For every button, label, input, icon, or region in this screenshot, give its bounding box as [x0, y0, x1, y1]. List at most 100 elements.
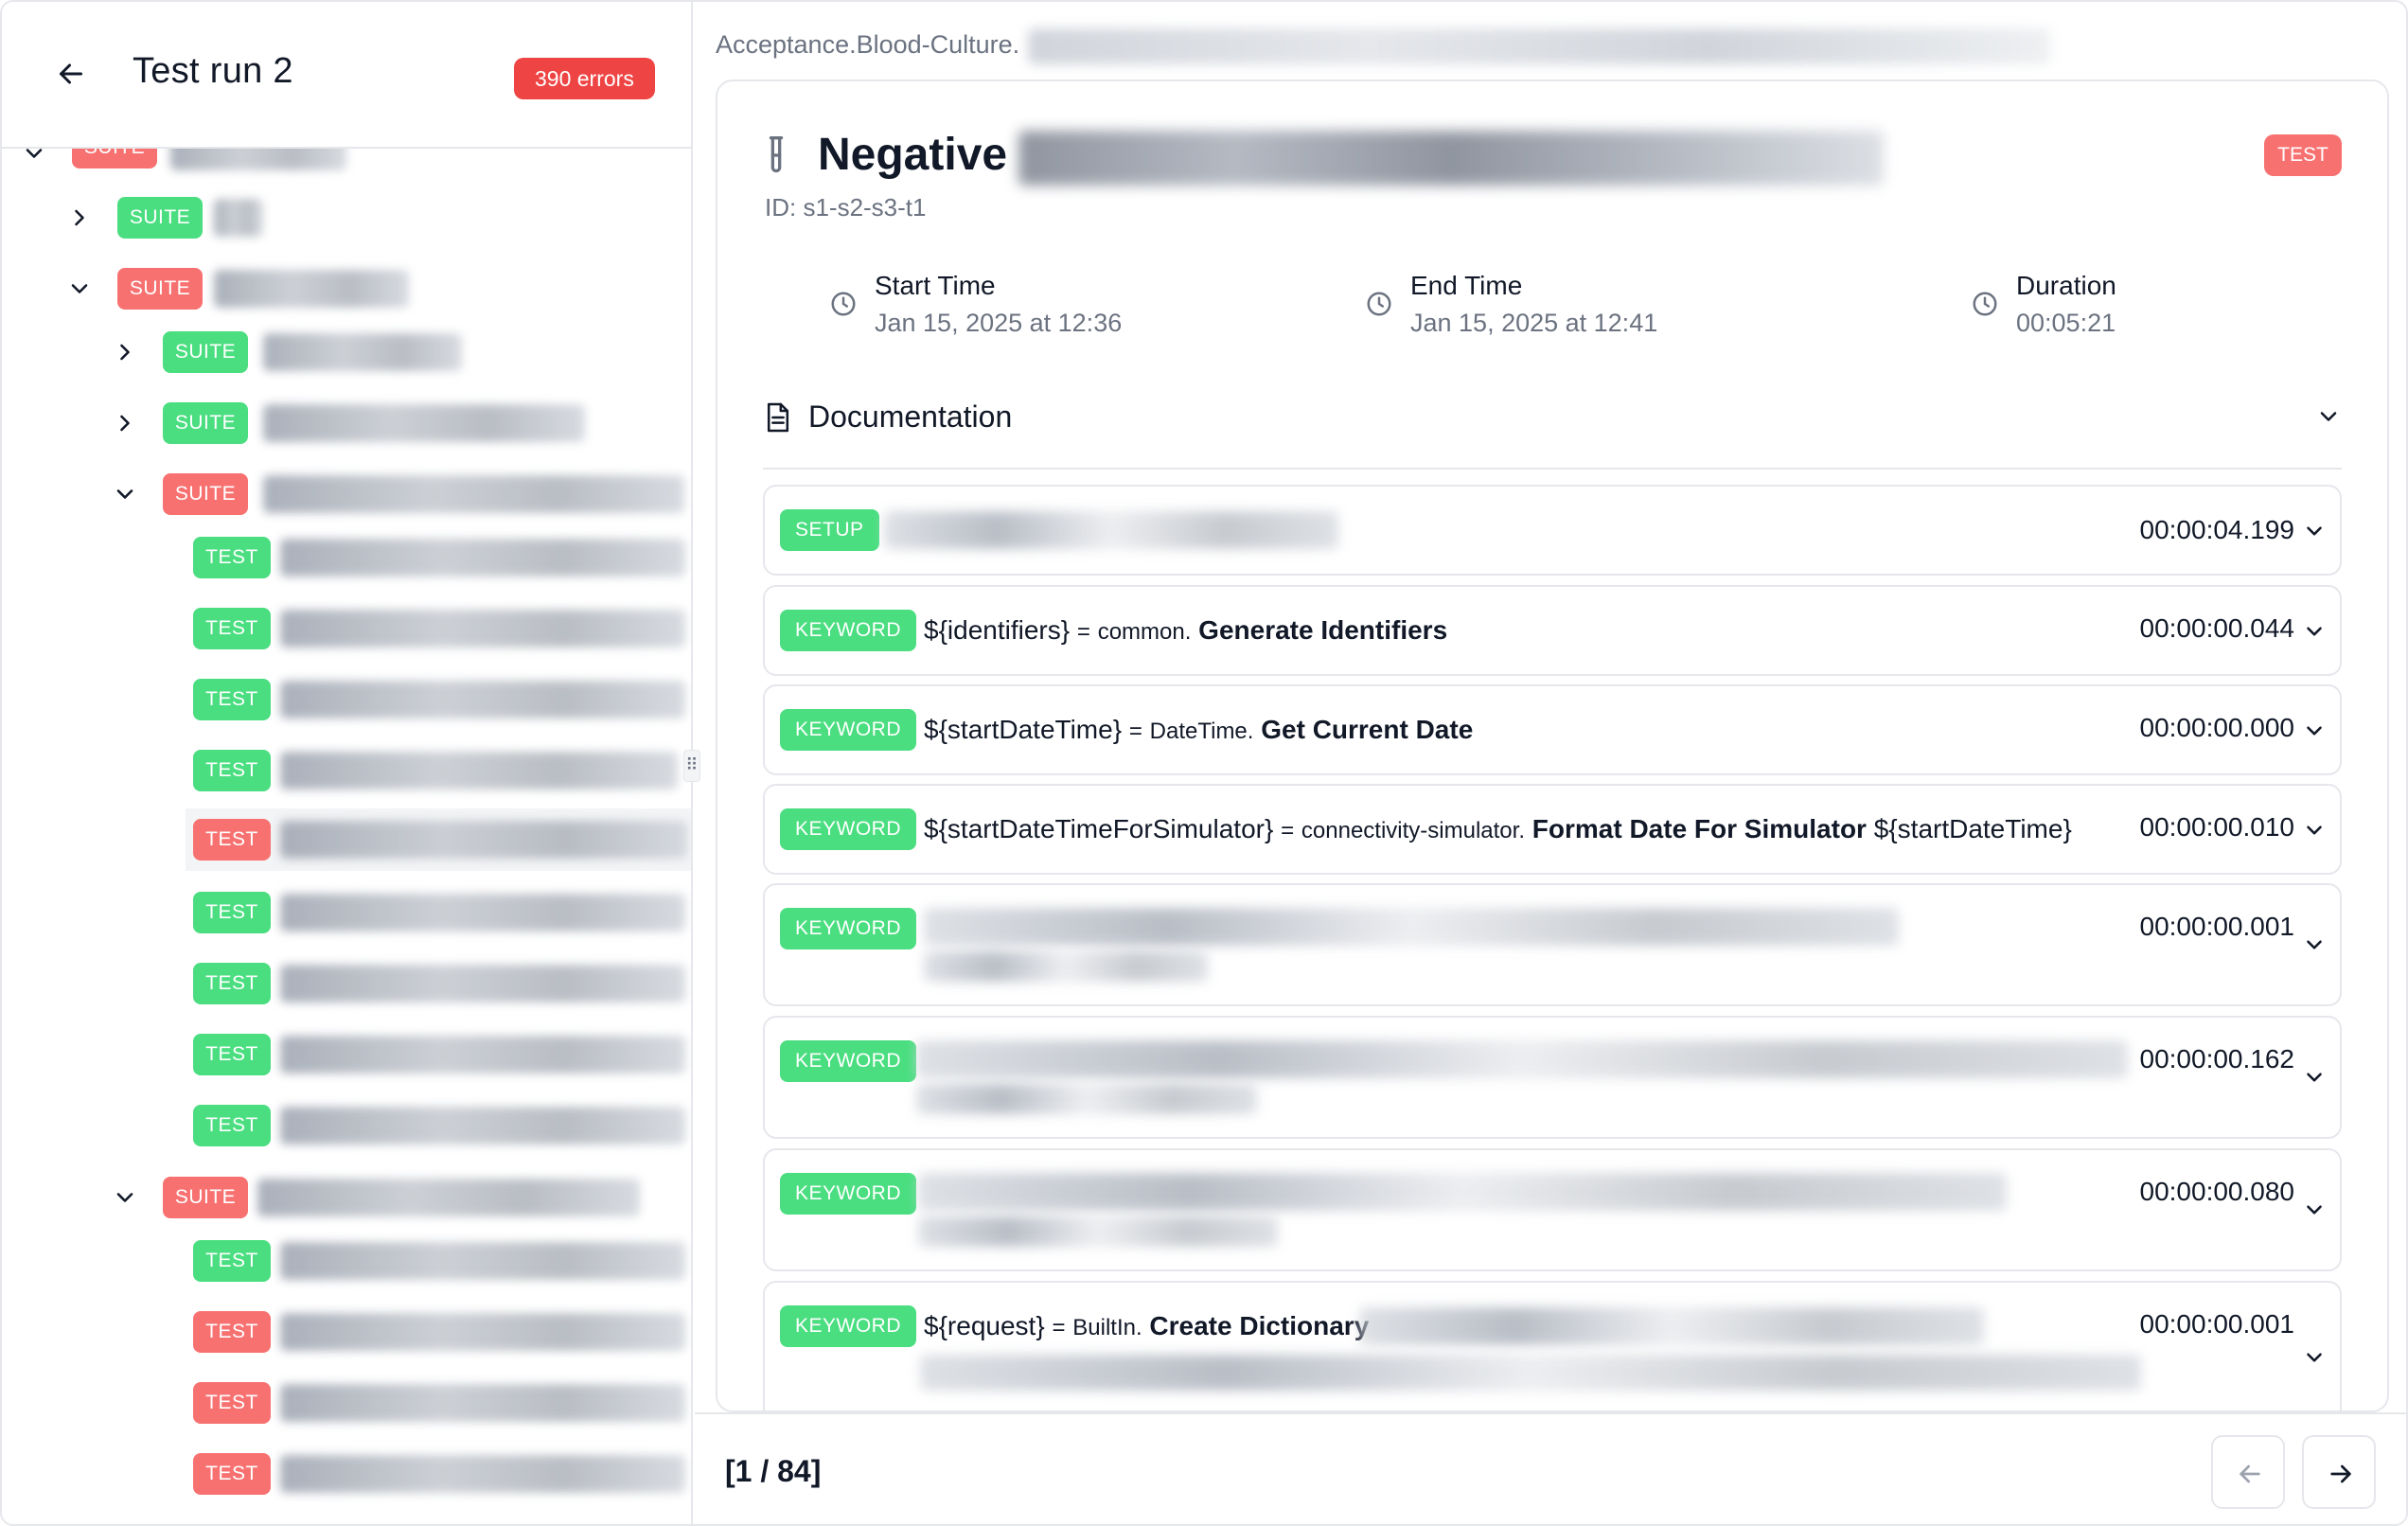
step-keyword[interactable]: KEYWORD 00:00:00.162 [763, 1016, 2342, 1139]
chevron-down-icon[interactable] [2315, 403, 2342, 430]
errors-badge: 390 errors [514, 58, 655, 99]
tree-row-test[interactable]: TEST [2, 1233, 691, 1289]
step-lib: BuiltIn. [1072, 1315, 1142, 1340]
suite-name-redacted [214, 199, 263, 237]
step-duration: 00:00:00.080 [2139, 1177, 2295, 1206]
clock-icon [1367, 292, 1391, 316]
step-duration: 00:00:00.001 [2139, 1309, 2295, 1339]
chevron-down-icon[interactable] [66, 275, 93, 302]
clock-icon [831, 292, 856, 316]
tree-row-test[interactable]: TEST [2, 955, 691, 1012]
test-badge: TEST [193, 750, 271, 791]
step-badge: SETUP [780, 509, 879, 551]
test-name-redacted [280, 965, 685, 1003]
chevron-down-icon[interactable] [2302, 719, 2327, 743]
tree-row-test[interactable]: TEST [2, 600, 691, 657]
end-time-value: Jan 15, 2025 at 12:41 [1410, 309, 1658, 337]
tree-row-suite[interactable]: SUITE [2, 260, 691, 317]
flask-icon [769, 136, 784, 173]
next-button[interactable] [2302, 1435, 2376, 1509]
chevron-down-icon[interactable] [2302, 1345, 2327, 1370]
chevron-down-icon[interactable] [2302, 818, 2327, 843]
step-lib: DateTime. [1149, 719, 1254, 744]
chevron-down-icon[interactable] [2302, 1065, 2327, 1090]
suite-name-redacted [214, 270, 409, 308]
previous-button[interactable] [2211, 1435, 2285, 1509]
tree-row-test[interactable]: TEST [2, 1517, 691, 1524]
step-badge: KEYWORD [780, 908, 917, 949]
step-keyword-name: Get Current Date [1261, 715, 1474, 744]
suite-badge: SUITE [163, 331, 248, 373]
breadcrumb: Acceptance.Blood-Culture. [716, 30, 1020, 59]
start-time-value: Jan 15, 2025 at 12:36 [875, 309, 1123, 337]
tree-row-suite[interactable]: SUITE [2, 189, 691, 246]
chevron-down-icon[interactable] [112, 1184, 138, 1211]
tree-row-test[interactable]: TEST [2, 529, 691, 586]
step-keyword[interactable]: KEYWORD 00:00:00.001 [763, 883, 2342, 1006]
tree-row-suite[interactable]: SUITE [2, 395, 691, 452]
chevron-right-icon[interactable] [112, 410, 138, 436]
suite-name-redacted [263, 333, 462, 371]
tree-row-suite[interactable]: SUITE [2, 1169, 691, 1226]
step-text-redacted [918, 1216, 1278, 1247]
test-name-redacted [280, 610, 685, 648]
step-duration: 00:00:00.001 [2139, 912, 2295, 941]
back-arrow-icon[interactable] [54, 57, 88, 91]
tree-row-test[interactable]: TEST [2, 884, 691, 941]
test-badge: TEST [193, 1311, 271, 1353]
tree-row-test[interactable]: TEST [2, 1304, 691, 1360]
step-var: ${startDateTime} [924, 715, 1123, 744]
test-badge: TEST [193, 1105, 271, 1146]
step-setup[interactable]: SETUP 00:00:04.199 [763, 485, 2342, 576]
tree-row-test[interactable]: TEST [2, 1375, 691, 1431]
step-text: ${request} = BuiltIn. Create Dictionary [924, 1311, 1369, 1341]
step-text-redacted [916, 1084, 1257, 1114]
tree-row-suite[interactable]: SUITE [2, 324, 691, 381]
step-keyword[interactable]: KEYWORD ${startDateTimeForSimulator} = c… [763, 784, 2342, 875]
suite-name-redacted [263, 475, 684, 513]
test-name-redacted [280, 1242, 685, 1280]
start-time-label: Start Time [875, 271, 996, 300]
step-args-redacted [920, 1355, 2141, 1391]
step-keyword-name: Create Dictionary [1149, 1311, 1370, 1340]
step-duration: 00:00:00.044 [2139, 613, 2295, 643]
chevron-down-icon[interactable] [2302, 1198, 2327, 1222]
tree-row-test-selected[interactable]: TEST [186, 808, 691, 871]
test-name-redacted [280, 821, 687, 859]
documentation-toggle[interactable]: Documentation [763, 394, 2342, 470]
test-detail-card: Negative TEST ID: s1-s2-s3-t1 Start Time… [716, 80, 2389, 1412]
chevron-right-icon[interactable] [66, 204, 93, 231]
test-name-redacted [280, 1384, 685, 1422]
chevron-right-icon[interactable] [112, 339, 138, 365]
test-name-redacted [280, 539, 685, 577]
chevron-down-icon[interactable] [2302, 932, 2327, 957]
step-keyword[interactable]: KEYWORD ${startDateTime} = DateTime. Get… [763, 684, 2342, 775]
test-name-redacted [280, 1455, 685, 1493]
test-name-redacted [280, 1313, 685, 1351]
run-title: Test run 2 [133, 51, 293, 91]
step-keyword-name: Format Date For Simulator [1532, 814, 1867, 843]
panel-resize-handle[interactable]: ⠿ [683, 750, 700, 782]
chevron-down-icon[interactable] [2302, 519, 2327, 543]
step-text: ${startDateTime} = DateTime. Get Current… [924, 715, 1473, 745]
test-badge: TEST [193, 1382, 271, 1424]
tree-row-suite[interactable]: SUITE [2, 466, 691, 523]
tree-row-test[interactable]: TEST [2, 1446, 691, 1502]
clock-icon [1973, 292, 1997, 316]
tree-row-test[interactable]: TEST [2, 1097, 691, 1154]
documentation-label: Documentation [808, 399, 1013, 434]
chevron-down-icon[interactable] [2302, 619, 2327, 644]
test-tree-panel: Test run 2 390 errors SUITE SUITE SUITE [2, 2, 693, 1524]
tree-row-test[interactable]: TEST [2, 1026, 691, 1083]
step-var: ${request} [924, 1311, 1045, 1340]
step-keyword[interactable]: KEYWORD ${request} = BuiltIn. Create Dic… [763, 1281, 2342, 1411]
step-duration: 00:00:04.199 [2139, 515, 2295, 544]
step-keyword[interactable]: KEYWORD ${identifiers} = common. Generat… [763, 585, 2342, 676]
step-eq: = [1128, 719, 1142, 744]
step-text-redacted [924, 908, 1899, 946]
tree-row-test[interactable]: TEST [2, 671, 691, 728]
step-text: ${startDateTimeForSimulator} = connectiv… [924, 814, 2072, 844]
step-keyword[interactable]: KEYWORD 00:00:00.080 [763, 1148, 2342, 1271]
chevron-down-icon[interactable] [112, 481, 138, 507]
tree-row-test[interactable]: TEST [2, 742, 691, 799]
